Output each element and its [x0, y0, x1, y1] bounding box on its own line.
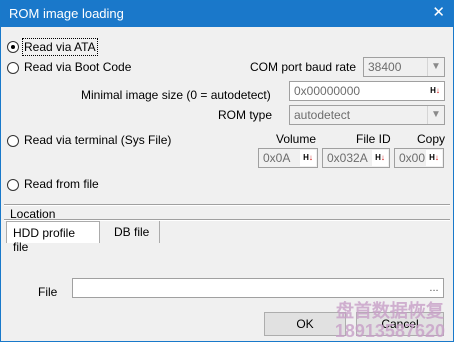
file-id-input[interactable]: 0x032A H↓	[322, 148, 390, 168]
read-via-terminal-label[interactable]: Read via terminal (Sys File)	[24, 133, 171, 147]
watermark-line-1: 盘首数据恢复	[335, 301, 444, 321]
read-via-ata-label[interactable]: Read via ATA	[22, 38, 98, 56]
com-port-baud-select[interactable]: 38400 ▼	[363, 57, 445, 77]
read-from-file-label[interactable]: Read from file	[24, 177, 99, 191]
image-size-input[interactable]: 0x00000000 H↓	[289, 81, 445, 101]
file-path-input[interactable]: ...	[72, 278, 444, 298]
volume-value: 0x0A	[263, 151, 291, 165]
volume-input[interactable]: 0x0A H↓	[258, 148, 318, 168]
image-size-value: 0x00000000	[294, 84, 361, 98]
hex-toggle-icon[interactable]: H↓	[427, 83, 443, 99]
title-bar: ROM image loading ✕	[1, 1, 453, 27]
com-port-baud-value: 38400	[368, 60, 402, 74]
hex-toggle-icon[interactable]: H↓	[426, 150, 442, 166]
volume-label: Volume	[276, 132, 317, 146]
copy-label: Copy	[417, 132, 446, 146]
tab-hdd-profile-file[interactable]: HDD profile file	[6, 221, 100, 254]
chevron-down-icon[interactable]: ▼	[427, 58, 444, 76]
close-icon[interactable]: ✕	[432, 4, 445, 22]
dialog-title: ROM image loading	[9, 6, 124, 21]
tab-label: HDD profile file	[13, 226, 76, 254]
watermark-line-2: 18913587620	[334, 321, 445, 341]
com-port-baud-label: COM port baud rate	[250, 60, 357, 74]
ok-button-label: OK	[296, 317, 314, 331]
ok-button[interactable]: OK	[264, 312, 346, 336]
chevron-down-icon[interactable]: ▼	[427, 106, 444, 124]
hex-toggle-icon[interactable]: H↓	[300, 150, 316, 166]
copy-input[interactable]: 0x00 H↓	[394, 148, 444, 168]
tab-db-file[interactable]: DB file	[108, 221, 160, 243]
hex-toggle-icon[interactable]: H↓	[372, 150, 388, 166]
watermark: 盘首数据恢复 18913587620	[335, 301, 445, 341]
copy-value: 0x00	[399, 151, 426, 165]
rom-type-label: ROM type	[218, 108, 273, 122]
file-id-label: File ID	[356, 132, 391, 146]
tab-label: DB file	[114, 225, 150, 239]
file-id-value: 0x032A	[327, 151, 368, 165]
rom-type-select[interactable]: autodetect ▼	[289, 105, 445, 125]
image-size-label: Minimal image size (0 = autodetect)	[81, 88, 271, 102]
rom-type-value: autodetect	[294, 108, 351, 122]
separator	[4, 204, 450, 206]
dialog-window: ROM image loading ✕ Read via ATA Read vi…	[0, 0, 454, 342]
read-via-terminal-radio[interactable]	[7, 135, 19, 147]
read-via-boot-code-radio[interactable]	[7, 62, 19, 74]
browse-button[interactable]: ...	[426, 280, 442, 296]
read-via-ata-radio[interactable]	[7, 41, 19, 53]
read-from-file-radio[interactable]	[7, 179, 19, 191]
file-label: File	[38, 285, 58, 299]
read-via-boot-code-label[interactable]: Read via Boot Code	[24, 60, 131, 74]
